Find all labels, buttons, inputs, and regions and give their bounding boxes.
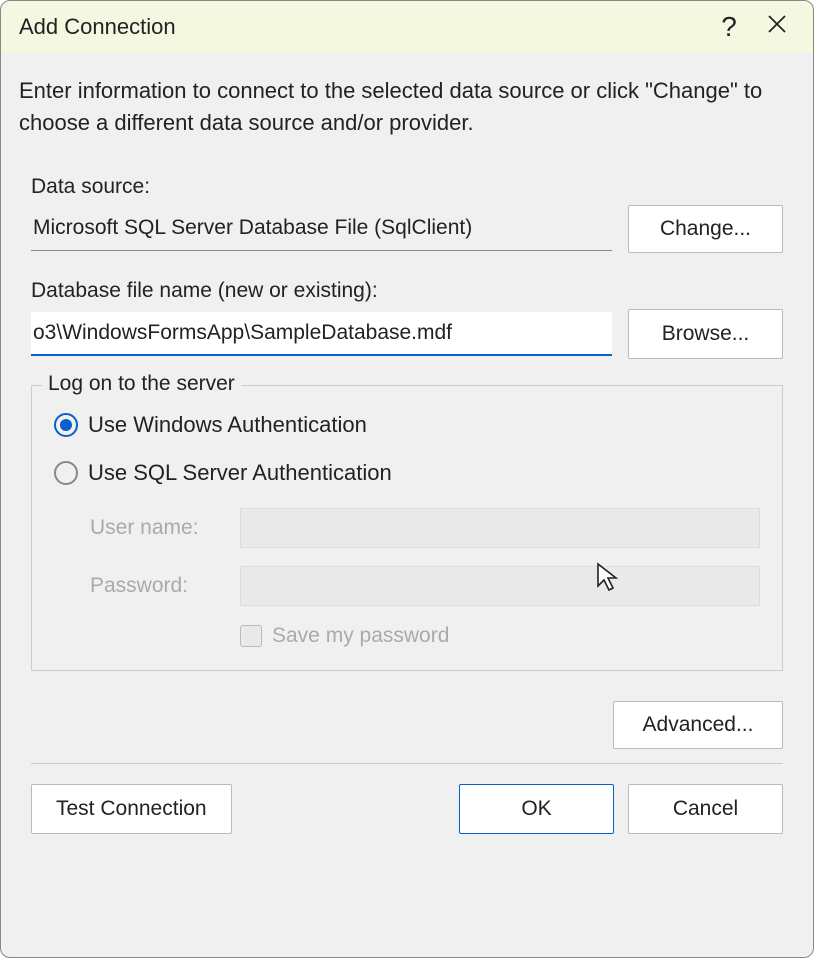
save-password-row: Save my password [240, 624, 760, 648]
password-input [240, 566, 760, 606]
advanced-button[interactable]: Advanced... [613, 701, 783, 749]
username-label: User name: [90, 516, 220, 540]
titlebar: Add Connection ? [1, 1, 813, 53]
data-source-field [31, 207, 612, 251]
close-button[interactable] [753, 5, 801, 49]
change-button[interactable]: Change... [628, 205, 783, 253]
logon-legend: Log on to the server [42, 372, 241, 396]
save-password-label: Save my password [272, 624, 449, 648]
sql-auth-fields: User name: Password: Save my password [54, 508, 760, 648]
form-area: Data source: Change... Database file nam… [19, 175, 795, 834]
help-button[interactable]: ? [705, 5, 753, 49]
separator [31, 763, 783, 764]
radio-icon [54, 413, 78, 437]
windows-auth-label: Use Windows Authentication [88, 412, 367, 438]
dialog-title: Add Connection [19, 14, 705, 40]
browse-button[interactable]: Browse... [628, 309, 783, 359]
button-bar: Test Connection OK Cancel [31, 784, 783, 834]
password-label: Password: [90, 574, 220, 598]
add-connection-dialog: Add Connection ? Enter information to co… [0, 0, 814, 958]
dialog-content: Enter information to connect to the sele… [1, 53, 813, 957]
data-source-label: Data source: [31, 175, 783, 199]
help-icon: ? [721, 11, 737, 43]
db-file-input[interactable] [31, 312, 612, 356]
cancel-button[interactable]: Cancel [628, 784, 783, 834]
radio-icon [54, 461, 78, 485]
save-password-checkbox [240, 625, 262, 647]
intro-text: Enter information to connect to the sele… [19, 75, 795, 139]
username-input [240, 508, 760, 548]
sql-auth-radio[interactable]: Use SQL Server Authentication [54, 460, 760, 486]
ok-button[interactable]: OK [459, 784, 614, 834]
sql-auth-label: Use SQL Server Authentication [88, 460, 392, 486]
windows-auth-radio[interactable]: Use Windows Authentication [54, 412, 760, 438]
close-icon [767, 14, 787, 40]
db-file-label: Database file name (new or existing): [31, 279, 783, 303]
logon-fieldset: Log on to the server Use Windows Authent… [31, 385, 783, 671]
test-connection-button[interactable]: Test Connection [31, 784, 232, 834]
